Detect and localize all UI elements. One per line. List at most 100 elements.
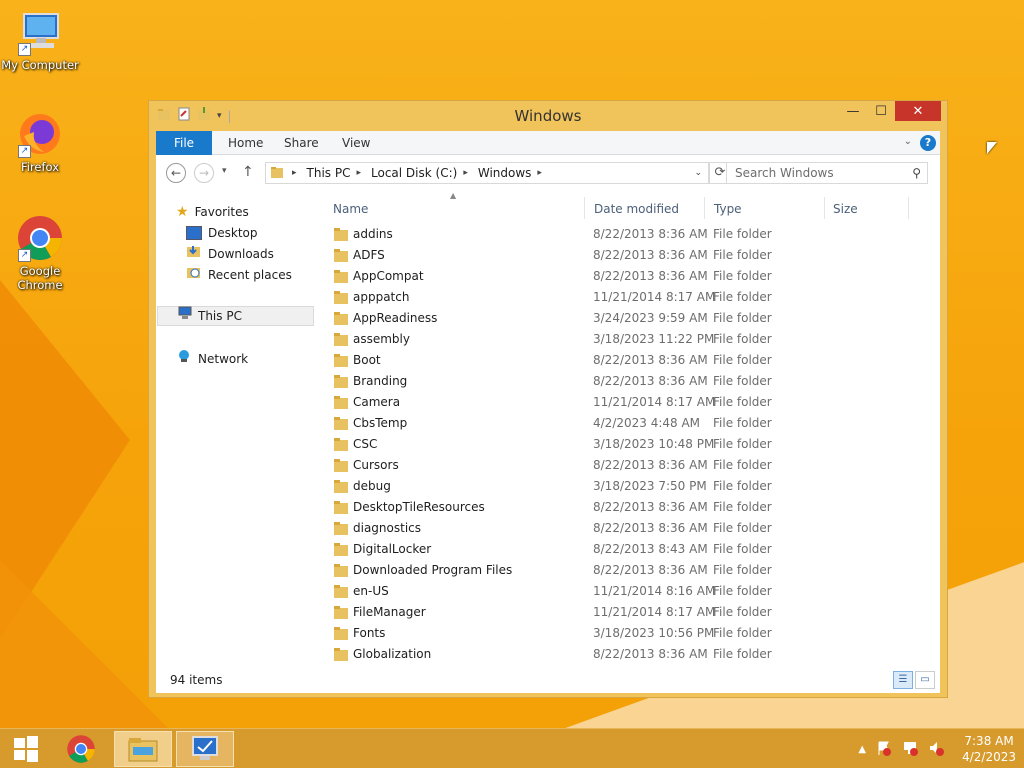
column-header-date-modified[interactable]: Date modified (594, 199, 679, 219)
breadcrumb-this-pc[interactable]: This PC (307, 166, 351, 180)
file-date-modified: 3/24/2023 9:59 AM (593, 311, 708, 325)
table-row[interactable]: Branding 8/22/2013 8:36 AM File folder (332, 371, 912, 392)
table-row[interactable]: addins 8/22/2013 8:36 AM File folder (332, 224, 912, 245)
recent-locations-icon[interactable]: ▾ (222, 166, 227, 176)
table-row[interactable]: diagnostics 8/22/2013 8:36 AM File folder (332, 518, 912, 539)
table-row[interactable]: DesktopTileResources 8/22/2013 8:36 AM Fil… (332, 497, 912, 518)
this-pc-icon (176, 306, 192, 326)
column-header-name[interactable]: Name (333, 199, 368, 219)
minimize-button[interactable]: — (839, 101, 867, 121)
desktop-icon-my-computer[interactable]: ↗ My Computer (0, 8, 80, 72)
table-row[interactable]: Boot 8/22/2013 8:36 AM File folder (332, 350, 912, 371)
nav-recent-places[interactable]: Recent places (186, 265, 292, 285)
address-bar[interactable]: ▸ This PC ▸ Local Disk (C:) ▸ Windows ▸ … (265, 162, 709, 184)
breadcrumb-separator-icon[interactable]: ▸ (356, 168, 361, 178)
table-row[interactable]: Cursors 8/22/2013 8:36 AM File folder (332, 455, 912, 476)
nav-label: Favorites (194, 205, 249, 219)
nav-label: This PC (198, 309, 242, 323)
table-row[interactable]: Globalization 8/22/2013 8:36 AM File folde… (332, 644, 912, 665)
show-hidden-icons-icon[interactable]: ▲ (858, 744, 866, 755)
tab-view[interactable]: View (330, 131, 382, 155)
folder-icon (334, 521, 348, 535)
network-status-icon[interactable] (902, 740, 919, 759)
table-row[interactable]: CbsTemp 4/2/2023 4:48 AM File folder (332, 413, 912, 434)
file-name: ADFS (353, 248, 385, 262)
nav-network[interactable]: Network (176, 349, 248, 369)
forward-button[interactable]: → (194, 163, 214, 183)
file-date-modified: 4/2/2023 4:48 AM (593, 416, 701, 430)
taskbar-chrome-button[interactable] (58, 731, 104, 767)
help-icon[interactable]: ? (920, 135, 936, 151)
column-header-size[interactable]: Size (833, 199, 858, 219)
desktop-icon-google-chrome[interactable]: ↗ Google Chrome (0, 214, 80, 292)
table-row[interactable]: assembly 3/18/2023 11:22 PM File folder (332, 329, 912, 350)
breadcrumb-separator-icon[interactable]: ▸ (292, 168, 297, 178)
address-dropdown-icon[interactable]: ⌄ (694, 168, 702, 178)
tab-file[interactable]: File (156, 131, 212, 155)
clock-time: 7:38 AM (964, 734, 1014, 748)
title-bar[interactable]: ▾ | Windows — ☐ ✕ (149, 101, 947, 131)
file-type: File folder (713, 626, 772, 640)
column-divider[interactable] (824, 197, 825, 219)
breadcrumb-separator-icon[interactable]: ▸ (463, 168, 468, 178)
desktop-background: ↗ My Computer ↗ Firefox ↗ Google Chrome … (0, 0, 1024, 728)
table-row[interactable]: Camera 11/21/2014 8:17 AM File folder (332, 392, 912, 413)
nav-favorites[interactable]: ★ Favorites (176, 202, 249, 222)
item-count: 94 items (170, 673, 223, 687)
breadcrumb-separator-icon[interactable]: ▸ (537, 168, 542, 178)
maximize-button[interactable]: ☐ (867, 101, 895, 121)
shortcut-arrow-icon: ↗ (18, 145, 31, 158)
monitor-icon (192, 736, 218, 760)
table-row[interactable]: DigitalLocker 8/22/2013 8:43 AM File folde… (332, 539, 912, 560)
explorer-window: ▾ | Windows — ☐ ✕ File Home Share View ⌄… (148, 100, 948, 698)
large-icons-view-button[interactable]: ▭ (915, 671, 935, 689)
start-button[interactable] (6, 731, 46, 767)
back-button[interactable]: ← (166, 163, 186, 183)
taskbar-remote-desktop-button[interactable] (176, 731, 234, 767)
file-name: FileManager (353, 605, 426, 619)
table-row[interactable]: FileManager 11/21/2014 8:17 AM File folder (332, 602, 912, 623)
nav-this-pc[interactable]: This PC (157, 306, 314, 326)
expand-ribbon-icon[interactable]: ⌄ (904, 136, 912, 147)
file-name: Downloaded Program Files (353, 563, 513, 577)
breadcrumb-local-disk[interactable]: Local Disk (C:) (371, 166, 457, 180)
column-divider[interactable] (908, 197, 909, 219)
volume-muted-icon[interactable] (928, 740, 945, 759)
file-date-modified: 8/22/2013 8:43 AM (593, 542, 708, 556)
table-row[interactable]: ADFS 8/22/2013 8:36 AM File folder (332, 245, 912, 266)
table-row[interactable]: debug 3/18/2023 7:50 PM File folder (332, 476, 912, 497)
tab-home[interactable]: Home (216, 131, 275, 155)
column-divider[interactable] (584, 197, 585, 219)
system-tray: ▲ 7:38 AM 4/2/2023 (858, 729, 1016, 768)
folder-icon (334, 626, 348, 640)
folder-icon (334, 332, 348, 346)
table-row[interactable]: Downloaded Program Files 8/22/2013 8:36 A… (332, 560, 912, 581)
details-view-button[interactable]: ☰ (893, 671, 913, 689)
file-type: File folder (713, 584, 772, 598)
table-row[interactable]: apppatch 11/21/2014 8:17 AM File folder (332, 287, 912, 308)
recent-places-icon (186, 265, 202, 285)
table-row[interactable]: en-US 11/21/2014 8:16 AM File folder (332, 581, 912, 602)
nav-downloads[interactable]: Downloads (186, 244, 274, 264)
column-header-type[interactable]: Type (714, 199, 742, 219)
clock[interactable]: 7:38 AM 4/2/2023 (962, 733, 1016, 765)
table-row[interactable]: Fonts 3/18/2023 10:56 PM File folder (332, 623, 912, 644)
tab-share[interactable]: Share (272, 131, 331, 155)
table-row[interactable]: AppReadiness 3/24/2023 9:59 AM File folder (332, 308, 912, 329)
column-divider[interactable] (704, 197, 705, 219)
file-explorer-icon (128, 738, 158, 762)
window-title: Windows (514, 107, 582, 125)
table-row[interactable]: CSC 3/18/2023 10:48 PM File folder (332, 434, 912, 455)
breadcrumb-windows[interactable]: Windows (478, 166, 532, 180)
desktop-icon-label: Firefox (20, 160, 60, 174)
close-button[interactable]: ✕ (895, 101, 941, 121)
desktop-icon-firefox[interactable]: ↗ Firefox (0, 110, 80, 174)
taskbar-file-explorer-button[interactable] (114, 731, 172, 767)
search-input[interactable]: Search Windows ⚲ (726, 162, 928, 184)
table-row[interactable]: AppCompat 8/22/2013 8:36 AM File folder (332, 266, 912, 287)
folder-icon (334, 227, 348, 241)
file-name: DigitalLocker (353, 542, 432, 556)
nav-desktop[interactable]: Desktop (186, 223, 258, 243)
up-button[interactable]: ↑ (242, 164, 254, 180)
action-center-flag-icon[interactable] (876, 740, 892, 759)
